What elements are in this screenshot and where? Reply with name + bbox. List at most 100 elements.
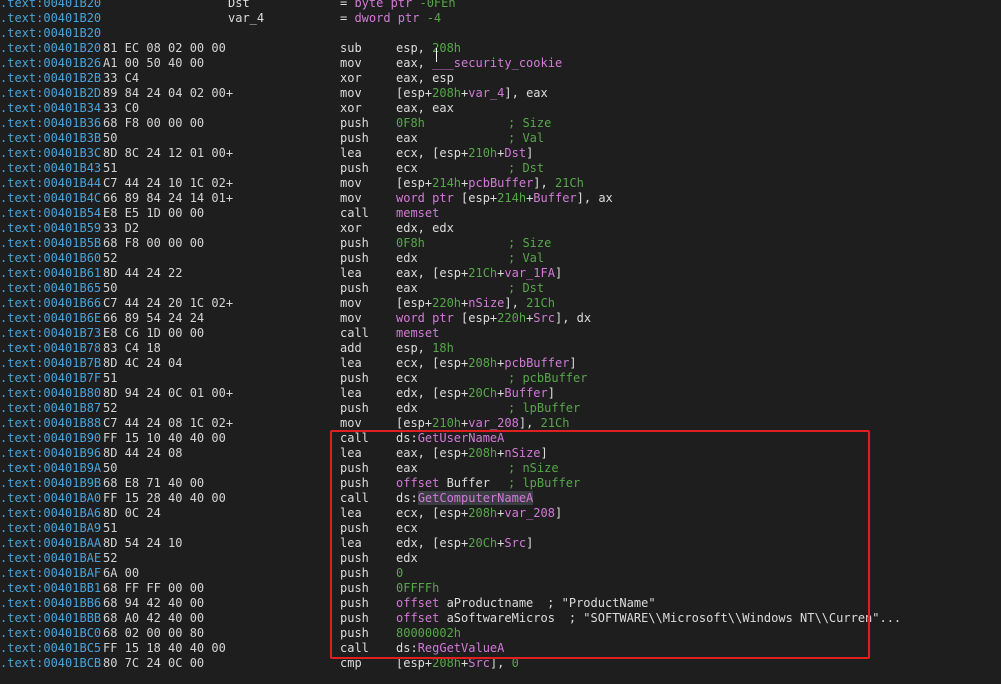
instruction-row[interactable]: .text:00401B4C 66 89 84 24 14 01+ mov word … bbox=[0, 191, 1001, 206]
address[interactable]: .text:00401B44 bbox=[0, 176, 101, 191]
instruction-row[interactable]: .text:00401BB6 68 94 42 40 00 push offset a… bbox=[0, 596, 1001, 611]
address[interactable]: .text:00401BCB bbox=[0, 656, 101, 671]
operands[interactable]: 0F8h bbox=[396, 116, 425, 131]
instruction-row[interactable]: .text:00401B9A 50 push eax ; nSize bbox=[0, 461, 1001, 476]
instruction-row[interactable]: .text:00401B36 68 F8 00 00 00 push 0F8h ; Si… bbox=[0, 116, 1001, 131]
operands[interactable]: edx bbox=[396, 401, 418, 416]
address[interactable]: .text:00401B7B bbox=[0, 356, 101, 371]
operands[interactable]: word ptr [esp+220h+Src], dx bbox=[396, 311, 591, 326]
instruction-row[interactable]: .text:00401B90 FF 15 10 40 40 00 call ds:Ge… bbox=[0, 431, 1001, 446]
mnemonic[interactable]: cmp bbox=[340, 656, 362, 671]
operands[interactable]: eax, [esp+21Ch+var_1FA] bbox=[396, 266, 562, 281]
instruction-row[interactable]: .text:00401B9B 68 E8 71 40 00 push offset B… bbox=[0, 476, 1001, 491]
instruction-row[interactable]: .text:00401B80 8D 94 24 0C 01 00+ lea edx, … bbox=[0, 386, 1001, 401]
mnemonic[interactable]: lea bbox=[340, 146, 362, 161]
instruction-row[interactable]: .text:00401B54 E8 E5 1D 00 00 call memset bbox=[0, 206, 1001, 221]
instruction-row[interactable]: .text:00401B7F 51 push ecx ; pcbBuffer bbox=[0, 371, 1001, 386]
address[interactable]: .text:00401B34 bbox=[0, 101, 101, 116]
mnemonic[interactable]: push bbox=[340, 566, 369, 581]
mnemonic[interactable]: push bbox=[340, 611, 369, 626]
operands[interactable]: eax, ___security_cookie bbox=[396, 56, 562, 71]
address[interactable]: .text:00401BAA bbox=[0, 536, 101, 551]
address[interactable]: .text:00401B9A bbox=[0, 461, 101, 476]
instruction-row[interactable]: .text:00401BBB 68 A0 42 40 00 push offset a… bbox=[0, 611, 1001, 626]
operands[interactable]: [esp+214h+pcbBuffer], 21Ch bbox=[396, 176, 584, 191]
instruction-row[interactable]: .text:00401B5B 68 F8 00 00 00 push 0F8h ; Si… bbox=[0, 236, 1001, 251]
instruction-row[interactable]: .text:00401B44 C7 44 24 10 1C 02+ mov [esp+… bbox=[0, 176, 1001, 191]
mnemonic[interactable]: push bbox=[340, 281, 369, 296]
address[interactable]: .text:00401B73 bbox=[0, 326, 101, 341]
address[interactable]: .text:00401B6E bbox=[0, 311, 101, 326]
operands[interactable]: ecx bbox=[396, 371, 418, 386]
address[interactable]: .text:00401BA9 bbox=[0, 521, 101, 536]
mnemonic[interactable]: push bbox=[340, 116, 369, 131]
mnemonic[interactable]: lea bbox=[340, 266, 362, 281]
instruction-row[interactable]: .text:00401BCB 80 7C 24 0C 00 cmp [esp+208h… bbox=[0, 656, 1001, 671]
address[interactable]: .text:00401B65 bbox=[0, 281, 101, 296]
operand-token[interactable]: Buffer bbox=[504, 386, 547, 400]
mnemonic[interactable]: push bbox=[340, 461, 369, 476]
address[interactable]: .text:00401B20 bbox=[0, 0, 101, 11]
mnemonic[interactable]: push bbox=[340, 401, 369, 416]
address[interactable]: .text:00401B3B bbox=[0, 131, 101, 146]
mnemonic[interactable]: xor bbox=[340, 101, 362, 116]
operands[interactable]: eax bbox=[396, 131, 418, 146]
instruction-row[interactable]: .text:00401B59 33 D2 xor edx, edx bbox=[0, 221, 1001, 236]
operands[interactable]: offset Buffer bbox=[396, 476, 490, 491]
operands[interactable]: offset aSoftwareMicros bbox=[396, 611, 555, 626]
operands[interactable]: edx, [esp+20Ch+Src] bbox=[396, 536, 533, 551]
operands[interactable]: eax bbox=[396, 461, 418, 476]
mnemonic[interactable]: xor bbox=[340, 221, 362, 236]
instruction-row[interactable]: .text:00401BA0 FF 15 28 40 40 00 call ds:Ge… bbox=[0, 491, 1001, 506]
address[interactable]: .text:00401B96 bbox=[0, 446, 101, 461]
operands[interactable]: eax, [esp+208h+nSize] bbox=[396, 446, 548, 461]
operands[interactable]: ecx, [esp+208h+pcbBuffer] bbox=[396, 356, 577, 371]
mnemonic[interactable]: mov bbox=[340, 311, 362, 326]
instruction-row[interactable]: .text:00401B60 52 push edx ; Val bbox=[0, 251, 1001, 266]
operand-token[interactable]: var_208 bbox=[504, 506, 555, 520]
address[interactable]: .text:00401B87 bbox=[0, 401, 101, 416]
instruction-row[interactable]: .text:00401BA6 8D 0C 24 lea ecx, [esp+208h+… bbox=[0, 506, 1001, 521]
instruction-row[interactable]: .text:00401B2B 33 C4 xor eax, esp bbox=[0, 71, 1001, 86]
address[interactable]: .text:00401B5B bbox=[0, 236, 101, 251]
mnemonic[interactable]: push bbox=[340, 371, 369, 386]
instruction-row[interactable]: .text:00401B26 A1 00 50 40 00 mov eax, ___s… bbox=[0, 56, 1001, 71]
address[interactable]: .text:00401B43 bbox=[0, 161, 101, 176]
mnemonic[interactable]: lea bbox=[340, 386, 362, 401]
operand-token[interactable]: memset bbox=[396, 326, 439, 340]
operands[interactable]: ds:GetUserNameA bbox=[396, 431, 504, 446]
mnemonic[interactable]: lea bbox=[340, 506, 362, 521]
header-line[interactable]: .text:00401B20 Dst = byte ptr -0FEh bbox=[0, 0, 1001, 11]
operands[interactable]: 0F8h bbox=[396, 236, 425, 251]
instruction-row[interactable]: .text:00401BAE 52 push edx bbox=[0, 551, 1001, 566]
header-line[interactable]: .text:00401B20 bbox=[0, 26, 1001, 41]
mnemonic[interactable]: push bbox=[340, 626, 369, 641]
operands[interactable]: eax, esp bbox=[396, 71, 454, 86]
mnemonic[interactable]: push bbox=[340, 161, 369, 176]
address[interactable]: .text:00401B66 bbox=[0, 296, 101, 311]
instruction-row[interactable]: .text:00401B6E 66 89 54 24 24 mov word ptr … bbox=[0, 311, 1001, 326]
operands[interactable]: edx bbox=[396, 551, 418, 566]
mnemonic[interactable]: lea bbox=[340, 446, 362, 461]
operands[interactable]: offset aProductname bbox=[396, 596, 533, 611]
mnemonic[interactable]: call bbox=[340, 491, 369, 506]
operands[interactable]: eax, eax bbox=[396, 101, 454, 116]
mnemonic[interactable]: call bbox=[340, 641, 369, 656]
mnemonic[interactable]: lea bbox=[340, 356, 362, 371]
operands[interactable]: eax bbox=[396, 281, 418, 296]
mnemonic[interactable]: push bbox=[340, 581, 369, 596]
instruction-row[interactable]: .text:00401B78 83 C4 18 add esp, 18h bbox=[0, 341, 1001, 356]
instruction-row[interactable]: .text:00401B87 52 push edx ; lpBuffer bbox=[0, 401, 1001, 416]
operand-token[interactable]: Src bbox=[468, 656, 490, 670]
mnemonic[interactable]: call bbox=[340, 206, 369, 221]
address[interactable]: .text:00401BA6 bbox=[0, 506, 101, 521]
address[interactable]: .text:00401BAF bbox=[0, 566, 101, 581]
mnemonic[interactable]: call bbox=[340, 431, 369, 446]
operands[interactable]: ds:GetComputerNameA bbox=[396, 491, 534, 506]
address[interactable]: .text:00401B59 bbox=[0, 221, 101, 236]
operand-token[interactable]: GetUserNameA bbox=[418, 431, 505, 445]
address[interactable]: .text:00401B80 bbox=[0, 386, 101, 401]
operands[interactable]: ecx bbox=[396, 521, 418, 536]
mnemonic[interactable]: push bbox=[340, 596, 369, 611]
address[interactable]: .text:00401B61 bbox=[0, 266, 101, 281]
